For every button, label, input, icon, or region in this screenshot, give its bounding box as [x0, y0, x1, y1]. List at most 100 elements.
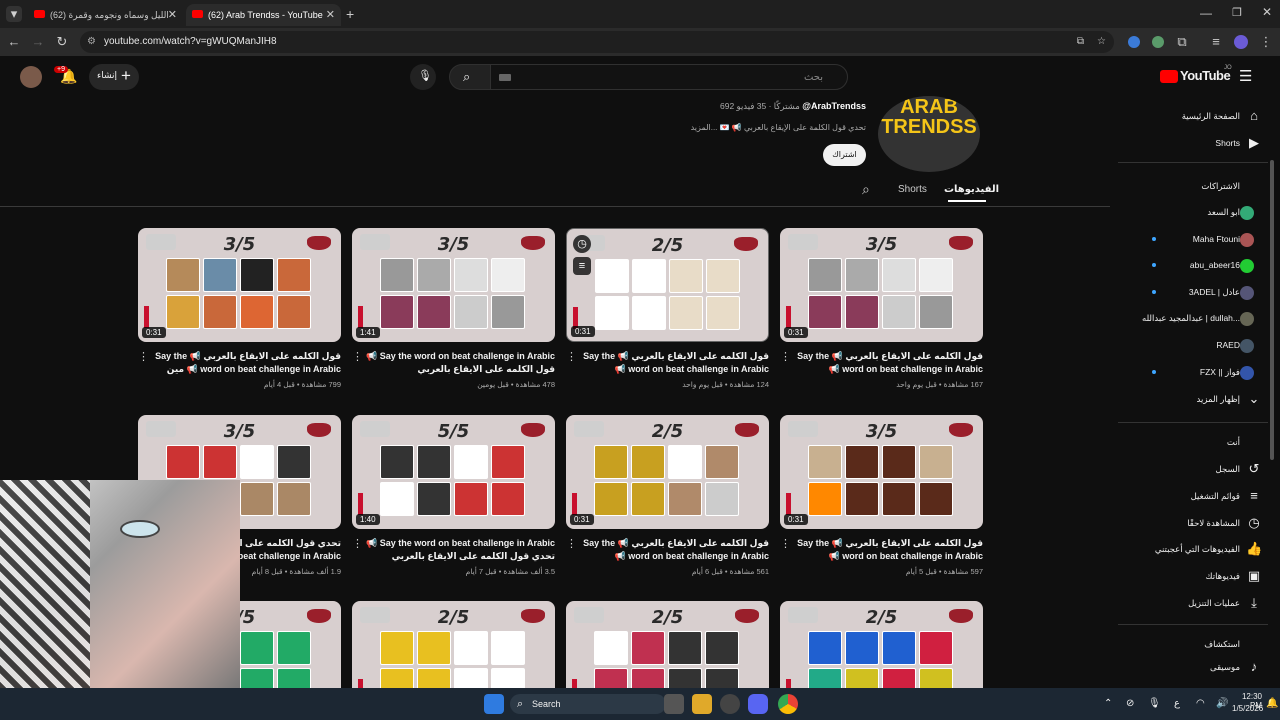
- youtube-logo-text[interactable]: YouTube: [1180, 68, 1231, 83]
- video-thumbnail[interactable]: 3/5 1:41: [352, 228, 555, 342]
- file-explorer-icon[interactable]: [692, 694, 712, 714]
- video-thumbnail[interactable]: 3/5 0:31: [780, 415, 983, 529]
- subscription-item[interactable]: Maha Ftouni: [1130, 227, 1280, 251]
- channel-handle[interactable]: @ArabTrendss: [802, 101, 866, 111]
- show-more-button[interactable]: إظهار المزيد ⌄: [1130, 387, 1280, 411]
- sidebar-item[interactable]: الفيديوهات التي أعجبتني 👍: [1130, 537, 1280, 561]
- subscribe-button[interactable]: اشتراك: [823, 144, 866, 166]
- video-menu-icon[interactable]: ⋮: [138, 350, 149, 363]
- subscription-item[interactable]: 3ADEL | عادل: [1130, 280, 1280, 304]
- video-menu-icon[interactable]: ⋮: [352, 537, 363, 550]
- sidebar-item[interactable]: قوائم التشغيل ≡: [1130, 484, 1280, 508]
- tray-chevron-icon[interactable]: ⌃: [1104, 698, 1112, 709]
- search-input[interactable]: بحث: [490, 64, 848, 90]
- video-menu-icon[interactable]: ⋮: [780, 537, 791, 550]
- reading-list-icon[interactable]: ≡: [1208, 34, 1224, 50]
- tab-1[interactable]: (62) الليل وسماه ونجومه وقمرة ✕: [28, 4, 183, 26]
- reload-icon[interactable]: ↻: [54, 34, 70, 50]
- channel-description[interactable]: تحدي قول الكلمة على الإيقاع بالعربي 📢 💌 …: [640, 123, 866, 132]
- keyboard-icon[interactable]: [499, 74, 511, 81]
- video-title[interactable]: قول الكلمه على الايقاع بالعربي 📢 Say the…: [580, 537, 769, 563]
- add-to-queue-icon[interactable]: ≡: [573, 257, 591, 275]
- thumbnail-cell: [808, 295, 842, 329]
- thumbnail-cell: [454, 631, 488, 665]
- bookmark-star-icon[interactable]: ☆: [1097, 31, 1106, 53]
- voice-search-button[interactable]: 🎙: [410, 64, 436, 90]
- sidebar-item[interactable]: عمليات التنزيل ⤓: [1130, 591, 1280, 615]
- extension-icon[interactable]: [1152, 36, 1164, 48]
- home-icon: ⌂: [1250, 108, 1258, 123]
- video-menu-icon[interactable]: ⋮: [566, 350, 577, 363]
- video-thumbnail[interactable]: 3/5 0:31: [780, 228, 983, 342]
- video-duration: 1:41: [356, 327, 380, 338]
- subscription-item[interactable]: abu_abeer16: [1130, 253, 1280, 277]
- notification-center-icon[interactable]: 🔔: [1266, 698, 1278, 709]
- video-title[interactable]: قول الكلمه على الايقاع بالعربي 📢 Say the…: [794, 537, 983, 563]
- sidebar-scrollbar[interactable]: [1270, 160, 1274, 460]
- video-title[interactable]: قول الكلمه على الايقاع بالعربي 📢 Say the…: [794, 350, 983, 376]
- tab-2[interactable]: (62) Arab Trendss - YouTube ✕: [186, 4, 341, 26]
- tab-videos[interactable]: الفيديوهات: [944, 184, 999, 195]
- video-thumbnail[interactable]: 3/5 0:31: [138, 228, 341, 342]
- restore-icon[interactable]: ❐: [1232, 6, 1242, 19]
- video-thumbnail[interactable]: 2/5 0:31 ◷ ≡: [566, 228, 769, 342]
- minimize-icon[interactable]: —: [1200, 6, 1212, 20]
- sidebar-item[interactable]: الصفحة الرئيسية ⌂: [1130, 104, 1280, 128]
- video-thumbnail[interactable]: 5/5 1:40: [352, 415, 555, 529]
- subscription-item[interactable]: عبدالمجيد عبدالله | dullah...: [1130, 306, 1280, 330]
- sidebar-item[interactable]: موسيقى ♪: [1130, 655, 1280, 679]
- task-view-icon[interactable]: [664, 694, 684, 714]
- subscriptions-header[interactable]: الاشتراكات: [1130, 174, 1280, 198]
- create-button[interactable]: إنشاء +: [89, 64, 139, 90]
- watch-later-icon[interactable]: ◷: [573, 235, 591, 253]
- wifi-icon[interactable]: ◠: [1196, 698, 1205, 709]
- back-icon[interactable]: ←: [6, 34, 22, 50]
- chrome-icon[interactable]: [778, 694, 798, 714]
- close-tab-icon[interactable]: ✕: [326, 4, 335, 26]
- windows-start-icon[interactable]: [484, 694, 504, 714]
- video-menu-icon[interactable]: ⋮: [566, 537, 577, 550]
- subscription-item[interactable]: FZX || فواز: [1130, 360, 1280, 384]
- extensions-puzzle-icon[interactable]: ⧉: [1174, 34, 1190, 50]
- tab-menu-icon[interactable]: ▾: [6, 6, 22, 22]
- video-title[interactable]: Say the word on beat challenge in Arabic…: [366, 537, 555, 563]
- video-thumbnail[interactable]: 2/5 0:31: [566, 415, 769, 529]
- extension-icon[interactable]: [1128, 36, 1140, 48]
- mic-icon[interactable]: 🎙: [1148, 698, 1161, 709]
- close-window-icon[interactable]: ✕: [1262, 5, 1272, 19]
- discord-icon[interactable]: [748, 694, 768, 714]
- subscription-item[interactable]: ابو السعد: [1130, 200, 1280, 224]
- profile-avatar[interactable]: [1234, 35, 1248, 49]
- cast-icon[interactable]: ⧉: [1077, 31, 1084, 53]
- clock-date[interactable]: 1/5/2026: [1232, 704, 1263, 713]
- sidebar-item[interactable]: المشاهدة لاحقًا ◷: [1130, 511, 1280, 535]
- network-icon[interactable]: ⊘: [1126, 698, 1134, 709]
- video-menu-icon[interactable]: ⋮: [352, 350, 363, 363]
- close-tab-icon[interactable]: ✕: [168, 4, 177, 26]
- channel-avatar[interactable]: ARAB TRENDSS: [878, 96, 980, 172]
- video-title[interactable]: قول الكلمه على الايقاع بالعربي 📢 Say the…: [152, 350, 341, 376]
- you-header[interactable]: أنت: [1130, 430, 1280, 454]
- video-menu-icon[interactable]: ⋮: [780, 350, 791, 363]
- channel-search-icon[interactable]: ⌕: [862, 181, 870, 198]
- browser-menu-icon[interactable]: ⋮: [1258, 34, 1274, 50]
- sidebar-item[interactable]: السجل ↺: [1130, 457, 1280, 481]
- search-button[interactable]: ⌕: [449, 64, 491, 90]
- url-input[interactable]: ⚙ youtube.com/watch?v=gWUQManJIH8 ⧉ ☆: [80, 31, 1114, 53]
- sidebar-item[interactable]: فيديوهاتك ▣: [1130, 564, 1280, 588]
- youtube-logo-icon[interactable]: [1160, 70, 1178, 83]
- new-tab-button[interactable]: +: [346, 6, 354, 22]
- subscription-item[interactable]: RAED: [1130, 333, 1280, 357]
- forward-icon[interactable]: →: [30, 34, 46, 50]
- taskbar-search[interactable]: ⌕ Search: [510, 694, 666, 714]
- app-icon[interactable]: [720, 694, 740, 714]
- video-title[interactable]: Say the word on beat challenge in Arabic…: [366, 350, 555, 376]
- hamburger-menu-icon[interactable]: ☰: [1239, 67, 1252, 85]
- site-info-icon[interactable]: ⚙: [87, 31, 96, 53]
- account-avatar[interactable]: [20, 66, 42, 88]
- language-indicator[interactable]: ع: [1174, 698, 1180, 709]
- tab-shorts[interactable]: Shorts: [898, 184, 927, 195]
- sidebar-item[interactable]: Shorts ▶: [1130, 131, 1280, 155]
- video-title[interactable]: قول الكلمه على الايقاع بالعربي 📢 Say the…: [580, 350, 769, 376]
- volume-icon[interactable]: 🔊: [1216, 698, 1228, 709]
